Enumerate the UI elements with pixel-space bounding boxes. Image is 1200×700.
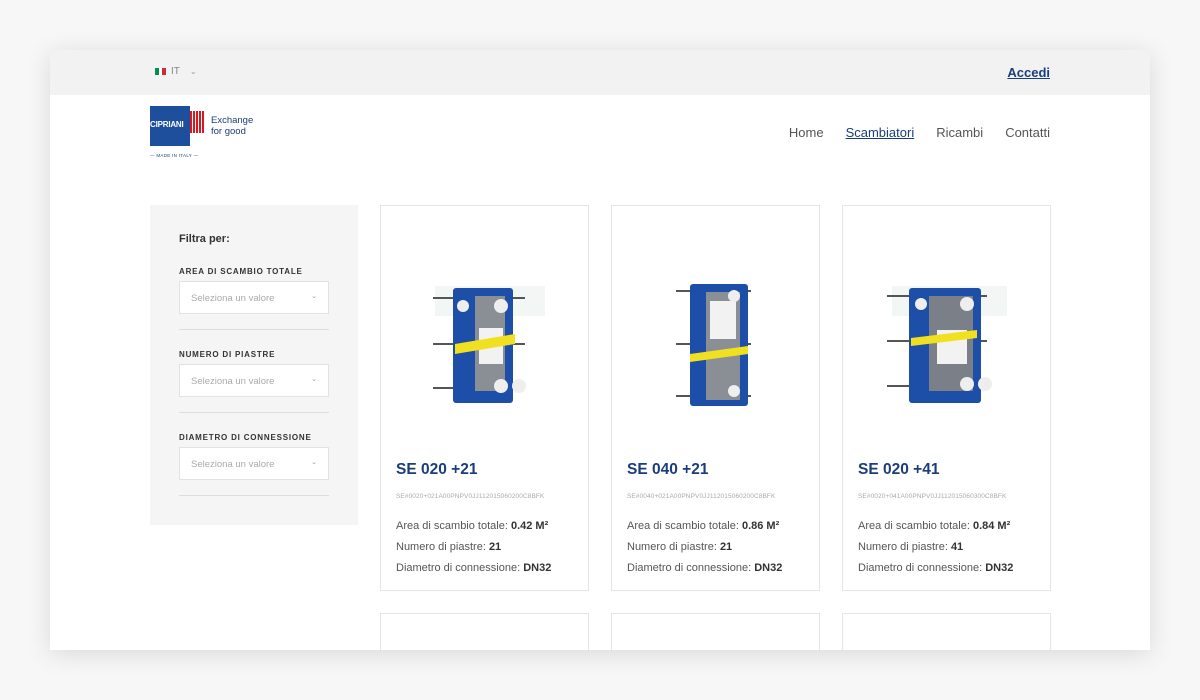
login-link[interactable]: Accedi bbox=[1007, 65, 1050, 80]
language-selector[interactable]: IT ⌄ bbox=[155, 66, 197, 77]
area-label: Area di scambio totale: bbox=[396, 520, 508, 532]
diameter-label: Diametro di connessione: bbox=[858, 562, 983, 574]
filter-panel: Filtra per: AREA DI SCAMBIO TOTALE Selez… bbox=[150, 205, 358, 525]
filter-label: AREA DI SCAMBIO TOTALE bbox=[179, 267, 303, 276]
product-card[interactable]: SE 020 +21 SE#0020+021A00PNPV0JJ11201506… bbox=[380, 205, 589, 591]
chevron-down-icon: ⌄ bbox=[189, 67, 197, 76]
chevron-down-icon: ⌄ bbox=[311, 459, 317, 466]
area-value: 0.84 M² bbox=[972, 520, 1011, 532]
product-title[interactable]: SE 040 +21 bbox=[627, 461, 708, 479]
product-card[interactable] bbox=[842, 613, 1051, 650]
product-specs: Area di scambio totale: 0.84 M² Numero d… bbox=[858, 516, 1013, 579]
area-label: Area di scambio totale: bbox=[627, 520, 739, 532]
area-value: 0.42 M² bbox=[510, 520, 549, 532]
diameter-value: DN32 bbox=[754, 562, 783, 574]
heat-exchanger-image bbox=[676, 284, 751, 406]
product-specs: Area di scambio totale: 0.86 M² Numero d… bbox=[627, 516, 782, 579]
area-select[interactable]: Seleziona un valore ⌄ bbox=[179, 281, 329, 314]
plates-value: 21 bbox=[488, 541, 502, 553]
logo-slogan-line1: Exchange bbox=[211, 115, 254, 126]
logo-fan-icon bbox=[190, 111, 204, 133]
filter-group-area: AREA DI SCAMBIO TOTALE Seleziona un valo… bbox=[179, 267, 329, 330]
filter-group-plates: NUMERO DI PIASTRE Seleziona un valore ⌄ bbox=[179, 350, 329, 413]
filter-label: DIAMETRO DI CONNESSIONE bbox=[179, 433, 312, 442]
product-specs: Area di scambio totale: 0.42 M² Numero d… bbox=[396, 516, 551, 579]
language-label: IT bbox=[171, 66, 180, 77]
chevron-down-icon: ⌄ bbox=[311, 293, 317, 300]
select-placeholder: Seleziona un valore bbox=[191, 293, 275, 304]
heat-exchanger-image bbox=[433, 286, 545, 403]
product-card[interactable]: SE 040 +21 SE#0040+021A00PNPV0JJ11201506… bbox=[611, 205, 820, 591]
logo-slogan-line2: for good bbox=[211, 126, 246, 137]
top-bar: IT ⌄ Accedi bbox=[50, 50, 1150, 95]
area-label: Area di scambio totale: bbox=[858, 520, 970, 532]
browser-window: IT ⌄ Accedi CIPRIANI Exchange for good —… bbox=[50, 50, 1150, 650]
select-placeholder: Seleziona un valore bbox=[191, 459, 275, 470]
area-value: 0.86 M² bbox=[741, 520, 780, 532]
select-placeholder: Seleziona un valore bbox=[191, 376, 275, 387]
diameter-value: DN32 bbox=[985, 562, 1014, 574]
plates-label: Numero di piastre: bbox=[396, 541, 486, 553]
main-nav: Home Scambiatori Ricambi Contatti bbox=[789, 125, 1050, 140]
site-header: CIPRIANI Exchange for good — MADE IN ITA… bbox=[50, 95, 1150, 170]
chevron-down-icon: ⌄ bbox=[311, 376, 317, 383]
filter-label: NUMERO DI PIASTRE bbox=[179, 350, 276, 359]
plates-value: 41 bbox=[950, 541, 964, 553]
product-code: SE#0040+021A00PNPV0JJ112015060200C8BFK bbox=[627, 493, 776, 500]
filter-group-diameter: DIAMETRO DI CONNESSIONE Seleziona un val… bbox=[179, 433, 329, 496]
heat-exchanger-image bbox=[887, 286, 1007, 403]
product-code: SE#0020+041A00PNPV0JJ112015060300C8BFK bbox=[858, 493, 1007, 500]
product-card[interactable] bbox=[611, 613, 820, 650]
diameter-value: DN32 bbox=[523, 562, 552, 574]
nav-home[interactable]: Home bbox=[789, 125, 824, 140]
diameter-select[interactable]: Seleziona un valore ⌄ bbox=[179, 447, 329, 480]
nav-scambiatori[interactable]: Scambiatori bbox=[846, 125, 915, 140]
plates-select[interactable]: Seleziona un valore ⌄ bbox=[179, 364, 329, 397]
logo-slogan: Exchange for good bbox=[211, 115, 271, 137]
product-code: SE#0020+021A00PNPV0JJ112015060200C8BFK bbox=[396, 493, 545, 500]
made-in-italy: — MADE IN ITALY — bbox=[150, 153, 199, 158]
diameter-label: Diametro di connessione: bbox=[396, 562, 521, 574]
product-title[interactable]: SE 020 +41 bbox=[858, 461, 939, 479]
diameter-label: Diametro di connessione: bbox=[627, 562, 752, 574]
nav-contatti[interactable]: Contatti bbox=[1005, 125, 1050, 140]
italy-flag-icon bbox=[155, 68, 167, 75]
product-card[interactable]: SE 020 +41 SE#0020+041A00PNPV0JJ11201506… bbox=[842, 205, 1051, 591]
plates-label: Numero di piastre: bbox=[627, 541, 717, 553]
product-card[interactable] bbox=[380, 613, 589, 650]
logo[interactable]: CIPRIANI Exchange for good — MADE IN ITA… bbox=[150, 106, 260, 162]
nav-ricambi[interactable]: Ricambi bbox=[936, 125, 983, 140]
product-title[interactable]: SE 020 +21 bbox=[396, 461, 477, 479]
plates-label: Numero di piastre: bbox=[858, 541, 948, 553]
filter-title: Filtra per: bbox=[179, 233, 230, 245]
plates-value: 21 bbox=[719, 541, 733, 553]
